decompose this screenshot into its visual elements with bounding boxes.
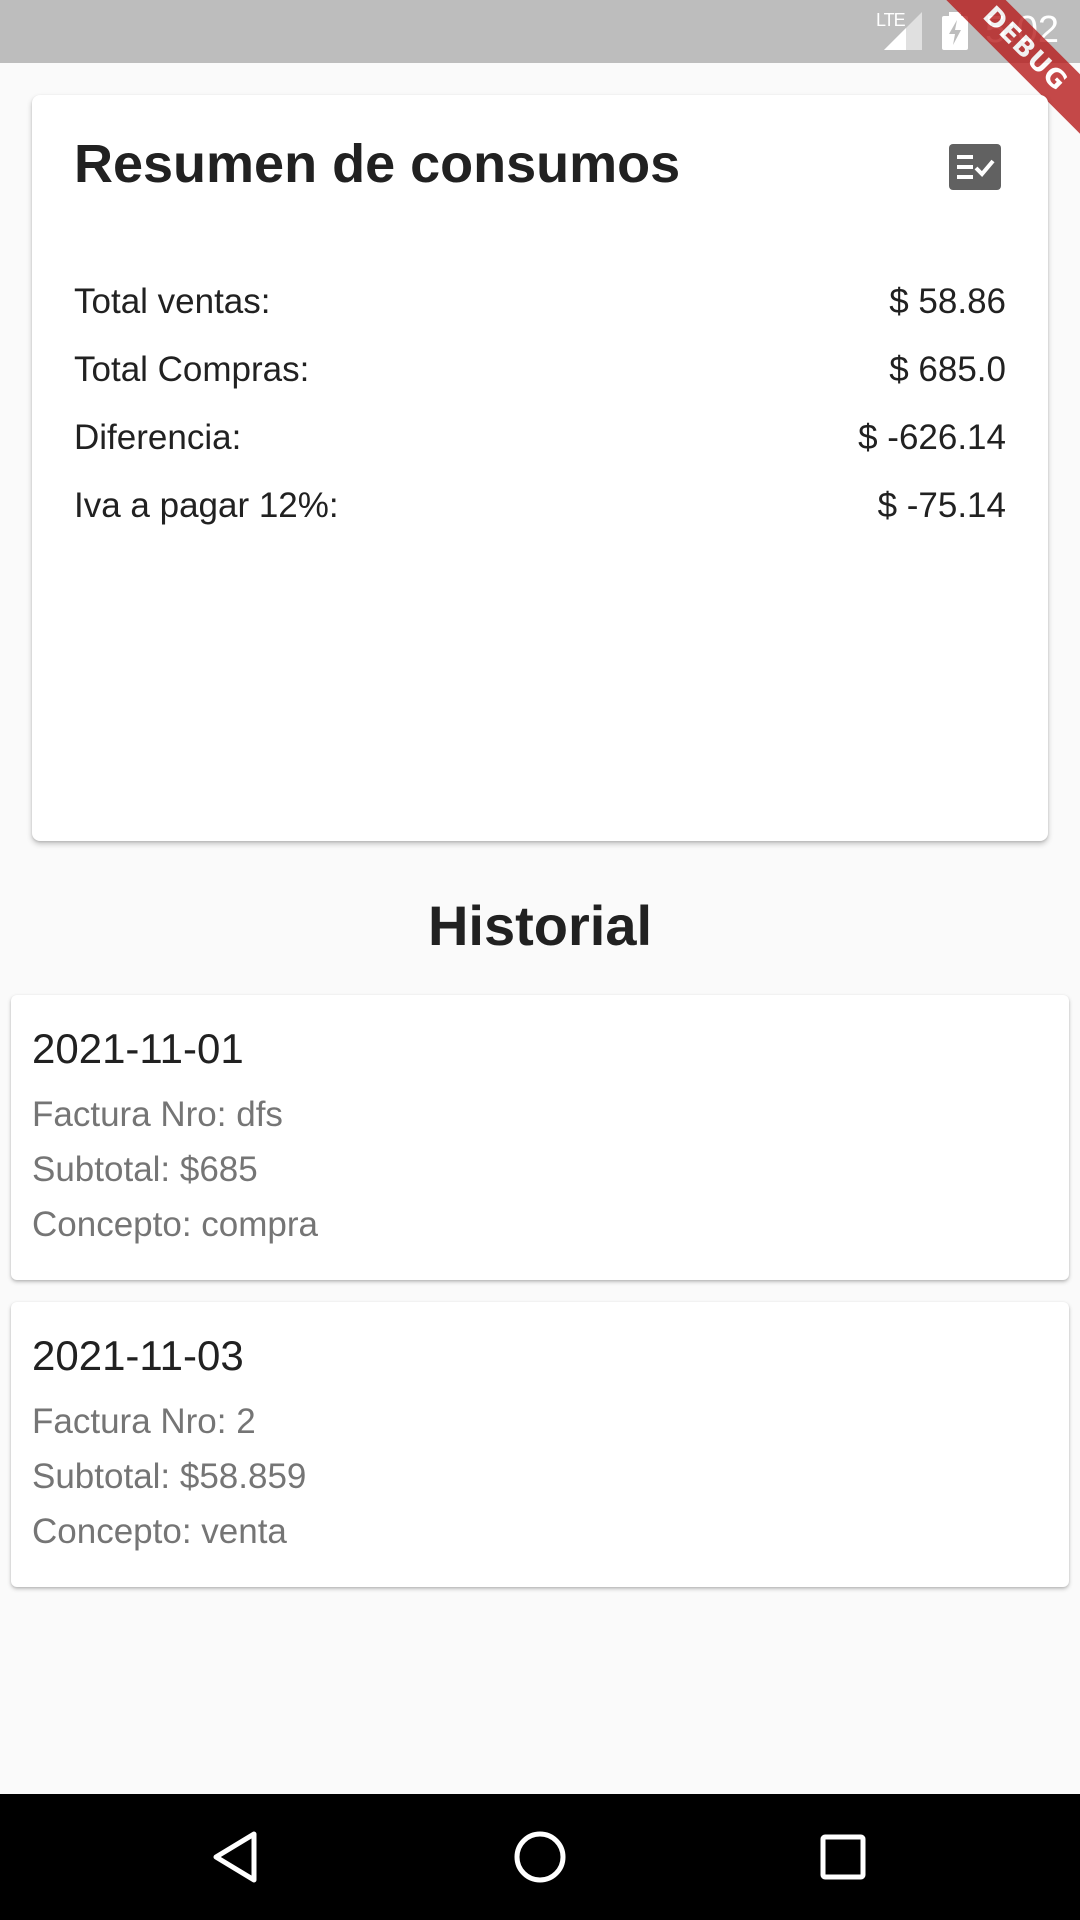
summary-row-total-compras: Total Compras: $ 685.0	[74, 350, 1006, 400]
summary-row-label: Total Compras:	[74, 350, 310, 389]
history-concepto: Concepto: compra	[32, 1205, 318, 1244]
summary-row-value: $ -75.14	[877, 486, 1006, 525]
back-icon[interactable]	[200, 1822, 270, 1892]
history-factura: Factura Nro: dfs	[32, 1095, 283, 1134]
history-date: 2021-11-01	[32, 1025, 244, 1072]
summary-row-diferencia: Diferencia: $ -626.14	[74, 418, 1006, 468]
system-nav-bar	[0, 1794, 1080, 1920]
status-bar: LTE 5:02 DEBUG	[0, 0, 1080, 146]
history-concepto: Concepto: venta	[32, 1512, 287, 1551]
history-subtotal: Subtotal: $685	[32, 1150, 258, 1189]
summary-row-value: $ 58.86	[889, 282, 1006, 321]
historial-title: Historial	[427, 894, 653, 957]
history-card[interactable]: 2021-11-03 Factura Nro: 2 Subtotal: $58.…	[11, 1302, 1069, 1587]
summary-card: Resumen de consumos Total ventas: $ 58.8…	[32, 95, 1048, 841]
summary-row-total-ventas: Total ventas: $ 58.86	[74, 282, 1006, 332]
history-subtotal: Subtotal: $58.859	[32, 1457, 307, 1496]
history-card[interactable]: 2021-11-01 Factura Nro: dfs Subtotal: $6…	[11, 995, 1069, 1280]
app-screen: LTE 5:02 DEBUG Resumen de consumos Total…	[0, 0, 1080, 1920]
checklist-icon[interactable]	[949, 144, 1001, 190]
summary-row-value: $ 685.0	[889, 350, 1006, 389]
summary-row-label: Total ventas:	[74, 282, 271, 321]
summary-row-value: $ -626.14	[858, 418, 1006, 457]
recents-icon[interactable]	[808, 1822, 878, 1892]
summary-title: Resumen de consumos	[74, 134, 681, 194]
summary-row-label: Iva a pagar 12%:	[74, 486, 339, 525]
history-date: 2021-11-03	[32, 1332, 244, 1379]
summary-row-label: Diferencia:	[74, 418, 242, 457]
signal-icon	[884, 12, 922, 50]
home-icon[interactable]	[505, 1822, 575, 1892]
history-factura: Factura Nro: 2	[32, 1402, 256, 1441]
summary-row-iva: Iva a pagar 12%: $ -75.14	[74, 486, 1006, 536]
